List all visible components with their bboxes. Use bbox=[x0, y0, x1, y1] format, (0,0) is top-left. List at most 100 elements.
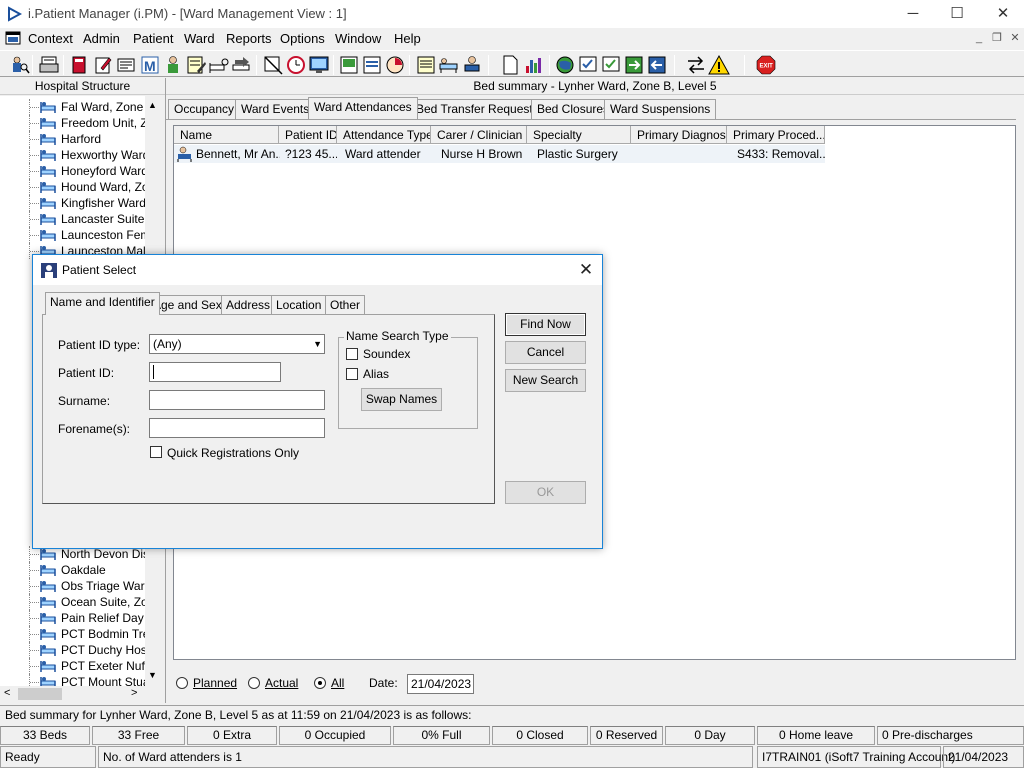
dialog-tab-address[interactable]: Address bbox=[221, 295, 276, 314]
column-header-attendance-type[interactable]: Attendance Type bbox=[337, 126, 431, 144]
ok-button[interactable]: OK bbox=[505, 481, 586, 504]
dialog-tab-age-sex[interactable]: Age and Sex bbox=[148, 295, 227, 314]
tree-item[interactable]: Obs Triage Ward bbox=[0, 578, 160, 594]
blank-document-icon[interactable] bbox=[499, 54, 521, 76]
document-window-icon[interactable] bbox=[5, 30, 21, 46]
dialog-tab-name-identifier[interactable]: Name and Identifier bbox=[45, 292, 160, 315]
quick-registrations-checkbox[interactable] bbox=[150, 446, 162, 458]
patient-id-input[interactable] bbox=[149, 362, 281, 382]
m-icon[interactable]: M bbox=[139, 54, 161, 76]
column-header-primary-procedure[interactable]: Primary Proced... bbox=[727, 126, 825, 144]
schedule-icon[interactable] bbox=[384, 54, 406, 76]
planned-radio[interactable] bbox=[176, 677, 188, 689]
case-notes-icon[interactable] bbox=[115, 54, 137, 76]
find-now-button[interactable]: Find Now bbox=[505, 313, 586, 336]
all-radio[interactable] bbox=[314, 677, 326, 689]
maximize-button[interactable]: ☐ bbox=[934, 0, 980, 28]
bed-close-icon[interactable] bbox=[262, 54, 284, 76]
menu-patient[interactable]: Patient bbox=[133, 31, 173, 46]
tree-item[interactable]: PCT Bodmin Trea bbox=[0, 626, 160, 642]
tab-occupancy[interactable]: Occupancy bbox=[168, 99, 241, 119]
mdi-restore-button[interactable]: ❐ bbox=[988, 31, 1006, 45]
scroll-down-icon[interactable]: ▼ bbox=[148, 670, 157, 680]
swap-names-button[interactable]: Swap Names bbox=[361, 388, 442, 411]
tree-item[interactable]: Pain Relief Day C bbox=[0, 610, 160, 626]
notes-edit-icon[interactable] bbox=[185, 54, 207, 76]
new-search-button[interactable]: New Search bbox=[505, 369, 586, 392]
list-notes-icon[interactable] bbox=[415, 54, 437, 76]
planned-label[interactable]: Planned bbox=[193, 676, 237, 690]
menu-context[interactable]: Context bbox=[28, 31, 73, 46]
tree-item[interactable]: PCT Exeter Nuffie bbox=[0, 658, 160, 674]
surname-input[interactable] bbox=[149, 390, 325, 410]
ward-patient-icon[interactable] bbox=[461, 54, 483, 76]
mdi-minimize-button[interactable]: _ bbox=[970, 31, 988, 45]
bed-search-icon[interactable] bbox=[208, 54, 230, 76]
column-header-specialty[interactable]: Specialty bbox=[527, 126, 631, 144]
transfer-blue-icon[interactable] bbox=[646, 54, 668, 76]
mdi-close-button[interactable]: ✕ bbox=[1006, 31, 1024, 45]
print-icon[interactable] bbox=[38, 54, 60, 76]
forename-input[interactable] bbox=[149, 418, 325, 438]
soundex-checkbox[interactable] bbox=[346, 348, 358, 360]
close-button[interactable]: ✕ bbox=[980, 0, 1024, 28]
patient-search-icon[interactable] bbox=[8, 54, 30, 76]
tab-ward-suspensions[interactable]: Ward Suspensions bbox=[604, 99, 717, 119]
exit-icon[interactable]: EXIT bbox=[755, 54, 777, 76]
monitor-icon[interactable] bbox=[308, 54, 330, 76]
clock-icon[interactable] bbox=[285, 54, 307, 76]
tree-item[interactable]: Honeyford Ward, bbox=[0, 163, 160, 179]
actual-radio[interactable] bbox=[248, 677, 260, 689]
image-report-icon[interactable] bbox=[338, 54, 360, 76]
all-label[interactable]: All bbox=[331, 676, 344, 690]
tree-item[interactable]: PCT Mount Stuar bbox=[0, 674, 160, 686]
scroll-up-icon[interactable]: ▲ bbox=[148, 100, 157, 110]
menu-ward[interactable]: Ward bbox=[184, 31, 215, 46]
scroll-right-icon[interactable]: > bbox=[131, 687, 137, 699]
soundex-label[interactable]: Soundex bbox=[363, 347, 410, 361]
menu-window[interactable]: Window bbox=[335, 31, 381, 46]
document-blue-icon[interactable] bbox=[361, 54, 383, 76]
tree-item[interactable]: Ocean Suite, Zor bbox=[0, 594, 160, 610]
tree-item[interactable]: Fal Ward, Zone E bbox=[0, 99, 160, 115]
tab-ward-attendances[interactable]: Ward Attendances bbox=[308, 97, 418, 119]
alias-checkbox[interactable] bbox=[346, 368, 358, 380]
menu-reports[interactable]: Reports bbox=[226, 31, 272, 46]
tree-item[interactable]: Kingfisher Ward bbox=[0, 195, 160, 211]
cancel-button[interactable]: Cancel bbox=[505, 341, 586, 364]
checklist-icon[interactable] bbox=[577, 54, 599, 76]
bar-chart-icon[interactable] bbox=[523, 54, 545, 76]
bed-transfer-icon[interactable] bbox=[231, 54, 253, 76]
checklist-green-icon[interactable] bbox=[600, 54, 622, 76]
tab-ward-events[interactable]: Ward Events bbox=[235, 99, 316, 119]
tree-scroll-thumb[interactable] bbox=[18, 688, 62, 700]
column-header-patient-id[interactable]: Patient ID bbox=[279, 126, 337, 144]
tree-item[interactable]: Hexworthy Ward, bbox=[0, 147, 160, 163]
edit-record-icon[interactable] bbox=[92, 54, 114, 76]
scroll-left-icon[interactable]: < bbox=[4, 687, 10, 699]
transfer-green-icon[interactable] bbox=[623, 54, 645, 76]
actual-label[interactable]: Actual bbox=[265, 676, 298, 690]
tree-item[interactable]: PCT Duchy Hosp bbox=[0, 642, 160, 658]
menu-admin[interactable]: Admin bbox=[83, 31, 120, 46]
column-header-primary-diagnosis[interactable]: Primary Diagnosis bbox=[631, 126, 727, 144]
dialog-tab-other[interactable]: Other bbox=[325, 295, 366, 314]
tree-item[interactable]: Hound Ward, Zor bbox=[0, 179, 160, 195]
menu-options[interactable]: Options bbox=[280, 31, 325, 46]
alias-label[interactable]: Alias bbox=[363, 367, 389, 381]
patient-id-type-select[interactable]: (Any) ▼ bbox=[149, 334, 325, 354]
tab-bed-transfer-requests[interactable]: Bed Transfer Requests bbox=[410, 99, 545, 119]
date-input[interactable]: 21/04/2023 bbox=[407, 674, 474, 694]
quick-registrations-label[interactable]: Quick Registrations Only bbox=[167, 446, 299, 460]
dialog-close-button[interactable]: ✕ bbox=[571, 255, 601, 285]
column-header-name[interactable]: Name bbox=[174, 126, 279, 144]
tree-item[interactable]: Oakdale bbox=[0, 562, 160, 578]
ward-bed-icon[interactable] bbox=[438, 54, 460, 76]
clinician-icon[interactable] bbox=[162, 54, 184, 76]
tree-item[interactable]: Launceston Fema bbox=[0, 227, 160, 243]
tree-horizontal-scrollbar[interactable]: < > bbox=[0, 686, 160, 702]
tab-bed-closures[interactable]: Bed Closures bbox=[531, 99, 616, 119]
minimize-button[interactable]: ─ bbox=[890, 0, 936, 28]
warning-icon[interactable] bbox=[708, 54, 730, 76]
swap-arrows-icon[interactable] bbox=[685, 54, 707, 76]
